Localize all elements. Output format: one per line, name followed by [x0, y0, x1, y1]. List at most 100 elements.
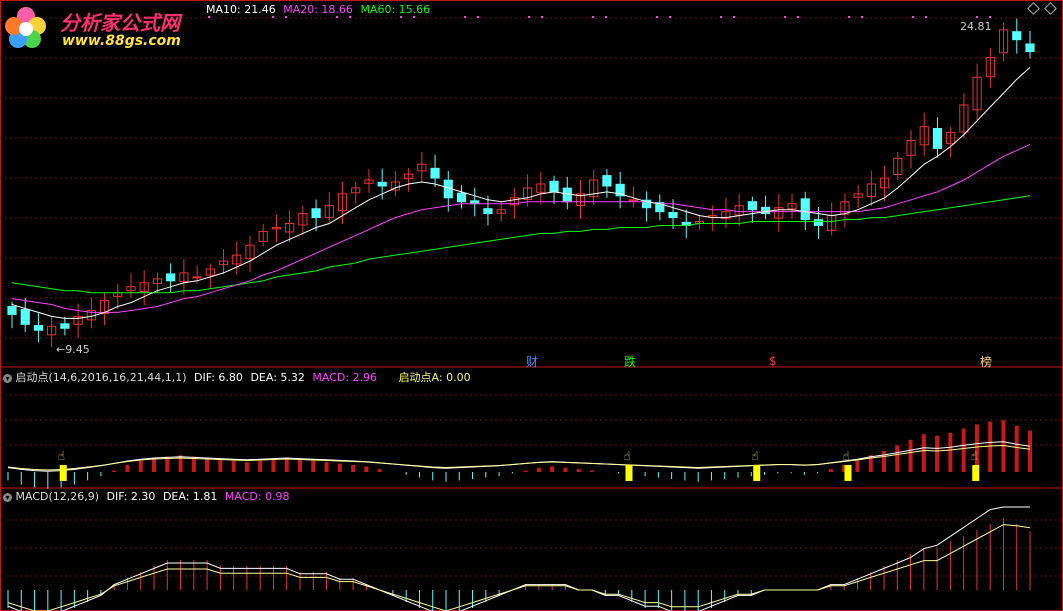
- indicator1-macd: MACD: 2.96: [312, 371, 378, 384]
- event-label[interactable]: $: [769, 354, 777, 368]
- hand-pointer-icon: ☝: [624, 449, 631, 463]
- indicator1-bar: [351, 465, 356, 472]
- signal-marker: [59, 465, 67, 481]
- indicator1-signal: 启动点A: 0.00: [398, 371, 471, 384]
- collapse-toggle-icon[interactable]: ▾: [3, 373, 12, 383]
- watermark-url: www.88gs.com: [62, 33, 181, 49]
- candle-body: [1025, 43, 1035, 53]
- indicator1-bar: [377, 469, 382, 472]
- tick-marker: [208, 16, 210, 18]
- tick-marker: [413, 16, 415, 18]
- indicator1-bar: [988, 421, 993, 472]
- indicator1-bar: [364, 466, 369, 472]
- tick-marker: [925, 16, 927, 18]
- candle-body: [192, 276, 202, 279]
- high-price-label: 24.81: [960, 20, 992, 33]
- hand-pointer-icon: ☝: [843, 449, 850, 463]
- event-label[interactable]: 跌: [624, 353, 636, 370]
- tick-marker: [669, 16, 671, 18]
- signal-marker: [844, 465, 852, 481]
- indicator1-bar: [271, 459, 276, 472]
- candle-body: [932, 127, 943, 149]
- tick-marker: [336, 16, 338, 18]
- watermark-title: 分析家公式网: [60, 11, 180, 35]
- tick-marker: [541, 16, 543, 18]
- indicator1-bar: [138, 460, 143, 472]
- signal-marker: [753, 465, 761, 481]
- indicator2-dea: DEA: 1.81: [162, 490, 218, 503]
- candle-body: [562, 187, 572, 203]
- indicator1-bar: [523, 470, 528, 472]
- candle-body: [7, 306, 17, 315]
- indicator1-bar: [1014, 425, 1019, 472]
- watermark-logo: 分析家公式网 www.88gs.com: [2, 4, 202, 52]
- indicator1-bar: [882, 451, 886, 472]
- indicator1-bar: [855, 460, 860, 472]
- candle-body: [377, 181, 387, 187]
- event-label[interactable]: 财: [526, 353, 538, 370]
- tick-marker: [861, 16, 863, 18]
- indicator1-bar: [311, 460, 316, 472]
- low-price-label: ←9.45: [56, 343, 90, 356]
- candle-body: [456, 192, 467, 203]
- candle-body: [1012, 31, 1022, 41]
- indicator1-dea: DEA: 5.32: [250, 371, 305, 384]
- ma20-label: MA20: 18.66: [283, 3, 353, 16]
- indicator1-bar: [152, 458, 156, 472]
- indicator1-bar: [244, 462, 249, 472]
- indicator1-bar: [828, 469, 833, 472]
- candle-body: [813, 219, 824, 226]
- tick-marker: [976, 16, 978, 18]
- tick-marker: [400, 16, 402, 18]
- tick-marker: [797, 16, 799, 18]
- candle-body: [20, 309, 30, 325]
- tick-marker: [272, 16, 274, 18]
- tick-marker: [733, 16, 735, 18]
- hand-pointer-icon: ☝: [751, 449, 758, 463]
- price-chart[interactable]: ☝ ☝ ☝ ☝ ☝: [0, 0, 1063, 611]
- ma60-line: [11, 195, 1031, 294]
- tick-marker: [285, 16, 287, 18]
- tick-marker: [912, 16, 914, 18]
- indicator1-bar: [908, 439, 913, 472]
- indicator1-bar: [125, 465, 130, 472]
- indicator1-bar: [935, 435, 940, 472]
- signal-marker: [625, 465, 633, 481]
- candle-body: [311, 208, 321, 219]
- indicator1-bar: [324, 462, 329, 472]
- tick-marker: [656, 16, 658, 18]
- tick-marker: [848, 16, 850, 18]
- moving-average-lines: [11, 67, 1031, 319]
- candle-body: [33, 325, 44, 331]
- indicator1-bar: [258, 460, 263, 472]
- signal-marker: [972, 465, 980, 481]
- indicator1-bar: [961, 428, 966, 472]
- indicator1-bar: [895, 445, 900, 472]
- collapse-toggle-icon[interactable]: ▾: [3, 492, 12, 502]
- indicator1-dif-line: [7, 441, 1031, 472]
- hand-pointer-icon: ☝: [58, 449, 65, 463]
- indicator1-bar: [550, 466, 555, 472]
- candle-body: [430, 167, 440, 179]
- tick-marker: [989, 16, 991, 18]
- tick-marker: [720, 16, 722, 18]
- event-label[interactable]: 榜: [980, 353, 992, 370]
- ma20-line: [11, 143, 1031, 313]
- indicator1-name[interactable]: 启动点(14,6,2016,16,21,44,1,1): [16, 371, 187, 384]
- indicator1-bar: [590, 470, 594, 472]
- indicator1-bar: [576, 469, 581, 472]
- indicator1-bar: [948, 432, 953, 472]
- tick-marker: [477, 16, 479, 18]
- tick-marker: [592, 16, 594, 18]
- macd-dea-line: [7, 524, 1031, 611]
- indicator2-panel: [7, 506, 1031, 611]
- candle-body: [668, 212, 678, 219]
- ma60-label: MA60: 15.66: [360, 3, 431, 16]
- indicator1-bar: [205, 458, 210, 472]
- tick-marker: [464, 16, 466, 18]
- indicator2-name[interactable]: MACD(12,26,9): [16, 490, 100, 503]
- candle-body: [483, 208, 493, 215]
- tick-marker: [605, 16, 607, 18]
- candle-body: [166, 273, 176, 282]
- candle-body: [602, 175, 612, 187]
